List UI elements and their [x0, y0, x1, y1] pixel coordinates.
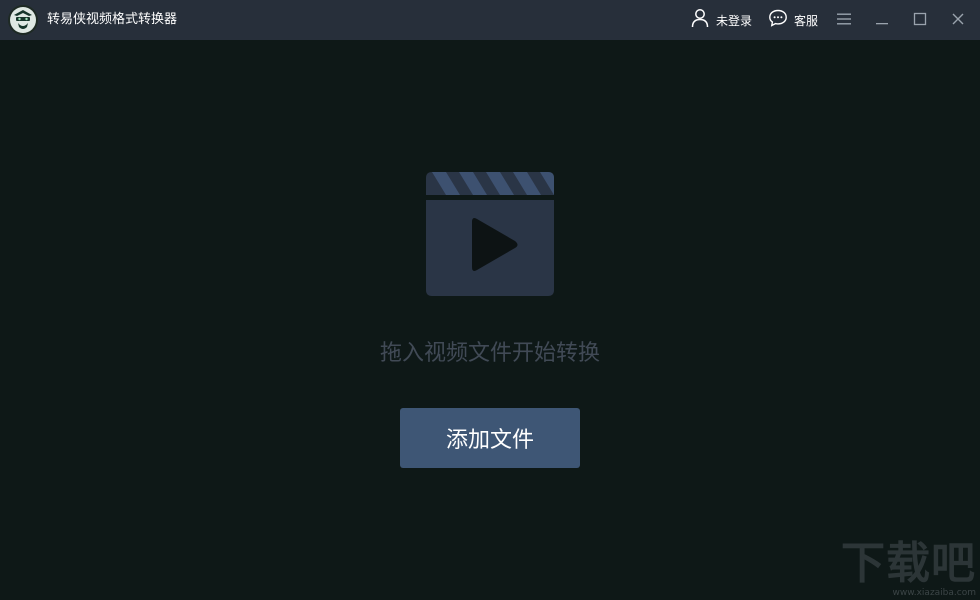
- customer-service-button[interactable]: 客服: [768, 8, 818, 32]
- minimize-icon: [875, 11, 889, 30]
- close-icon: [951, 11, 965, 30]
- watermark: 下载吧 www.xiazaiba.com: [841, 538, 976, 599]
- maximize-button[interactable]: [908, 8, 932, 32]
- login-label: 未登录: [716, 13, 753, 28]
- title-bar: 转易侠视频格式转换器 未登录 客服: [0, 0, 980, 40]
- watermark-logo: 下载吧: [841, 538, 976, 589]
- drop-hint-text: 拖入视频文件开始转换: [379, 341, 600, 366]
- login-button[interactable]: 未登录: [690, 8, 752, 32]
- video-clapperboard-icon[interactable]: [426, 172, 554, 296]
- app-window: 转易侠视频格式转换器 未登录 客服 拖入视频文件开始转换 添加文件 下载吧 ww…: [0, 0, 980, 600]
- close-button[interactable]: [946, 8, 970, 32]
- minimize-button[interactable]: [870, 8, 894, 32]
- maximize-icon: [913, 11, 927, 30]
- user-icon: [690, 8, 710, 32]
- customer-service-label: 客服: [794, 13, 819, 28]
- add-file-button[interactable]: 添加文件: [400, 408, 580, 468]
- app-logo-icon: [7, 4, 39, 36]
- watermark-url: www.xiazaiba.com: [892, 588, 976, 598]
- menu-button[interactable]: [832, 8, 856, 32]
- chat-bubble-icon: [768, 8, 788, 32]
- hamburger-menu-icon: [836, 11, 852, 30]
- app-title: 转易侠视频格式转换器: [47, 12, 178, 27]
